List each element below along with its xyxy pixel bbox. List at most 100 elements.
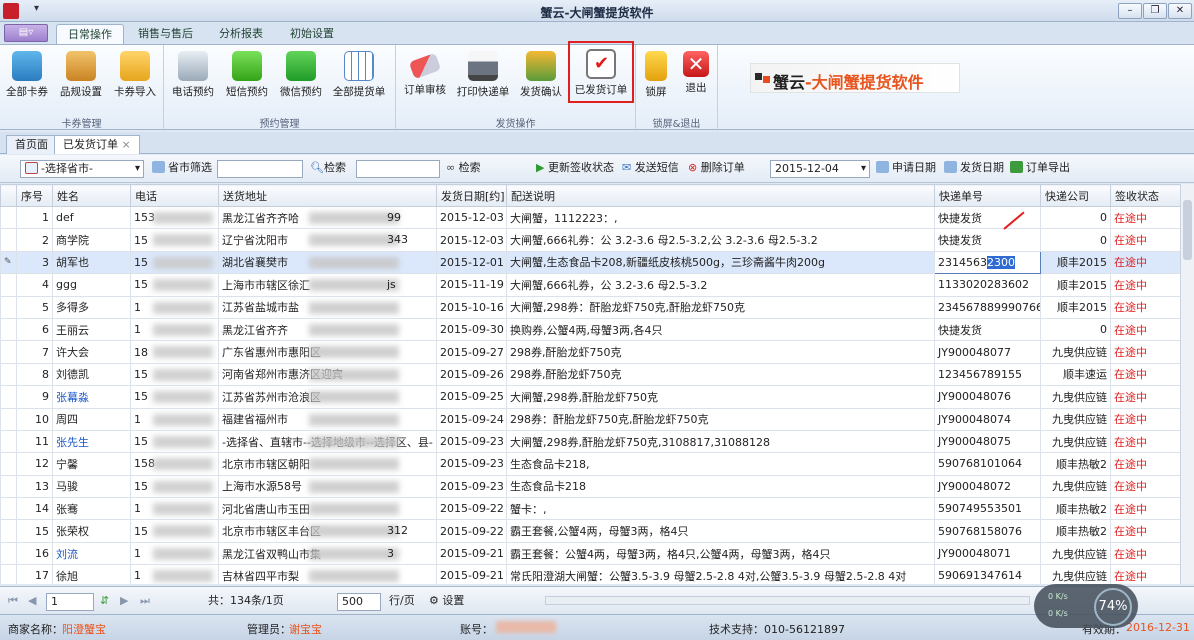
cell-sign-status[interactable]: 在途中 bbox=[1110, 474, 1180, 499]
cell-index[interactable]: 5 bbox=[16, 295, 53, 319]
cell-index[interactable]: 17 bbox=[16, 564, 53, 584]
cell-index[interactable]: 4 bbox=[16, 273, 53, 297]
cell-address[interactable]: 上海市市辖区徐汇 js bbox=[218, 273, 437, 297]
cell-ship-date[interactable]: 2015-09-25 bbox=[436, 385, 507, 409]
tab-sales[interactable]: 销售与售后 bbox=[127, 24, 204, 44]
cell-phone[interactable]: 1 bbox=[130, 497, 219, 521]
tab-close-icon[interactable]: × bbox=[122, 138, 131, 151]
row-indicator[interactable] bbox=[0, 317, 17, 342]
cell-delivery-note[interactable]: 298券,酐胎龙虾750克 bbox=[506, 340, 935, 364]
cell-address[interactable]: 江苏省盐城市盐 bbox=[218, 295, 437, 319]
cell-sign-status[interactable]: 在途中 bbox=[1110, 541, 1180, 566]
cell-address[interactable]: 北京市市辖区丰台区 312 bbox=[218, 519, 437, 543]
cell-tracking[interactable]: 23145632300 bbox=[934, 250, 1041, 275]
cell-address[interactable]: 上海市水源58号 bbox=[218, 474, 437, 499]
cell-tracking[interactable]: 2345678899907666 bbox=[934, 295, 1041, 319]
cell-delivery-note[interactable]: 大闸蟹,666礼券，公 3.2-3.6 母2.5-3.2 bbox=[506, 273, 935, 297]
cell-sign-status[interactable]: 在途中 bbox=[1110, 250, 1180, 275]
table-row[interactable]: 10 周四 1 福建省福州市 2015-09-24 298券：酐胎龙虾750克,酐胎龙虾7… bbox=[0, 407, 1180, 431]
cell-delivery-note[interactable]: 298券,酐胎龙虾750克 bbox=[506, 362, 935, 387]
search-button-2[interactable]: ∞ 检索 bbox=[446, 160, 481, 178]
cell-name[interactable]: 宁馨 bbox=[52, 452, 131, 476]
cell-delivery-note[interactable]: 大闸蟹,生态食品卡208,新疆纸皮核桃500g，三珍斋酱牛肉200g bbox=[506, 250, 935, 275]
cell-delivery-note[interactable]: 生态食品卡218 bbox=[506, 474, 935, 499]
row-indicator[interactable] bbox=[0, 407, 17, 431]
cell-tracking[interactable]: 590768101064 bbox=[934, 452, 1041, 476]
table-row[interactable]: 11张先生15-选择省、直辖市--选择地级市--选择区、县-2015-09-23… bbox=[0, 429, 1180, 454]
table-row[interactable]: 4 ggg 15 上海市市辖区徐汇 js 2015-11-19 大闸蟹,666礼券，公 3.… bbox=[0, 273, 1180, 297]
cell-tracking[interactable]: 590749553501 bbox=[934, 497, 1041, 521]
table-row[interactable]: 12 宁馨 158 北京市市辖区朝阳 2015-09-23 生态食品卡218, 590768… bbox=[0, 452, 1180, 476]
cell-name[interactable]: 马骏 bbox=[52, 474, 131, 499]
cell-courier[interactable]: 九曳供应链 bbox=[1040, 385, 1111, 409]
cell-index[interactable]: 9 bbox=[16, 385, 53, 409]
cell-delivery-note[interactable]: 大闸蟹,666礼券：公 3.2-3.6 母2.5-3.2,公 3.2-3.6 母… bbox=[506, 228, 935, 252]
cell-ship-date[interactable]: 2015-09-21 bbox=[436, 541, 507, 566]
table-row[interactable]: 7 许大会 18 广东省惠州市惠阳区 2015-09-27 298券,酐胎龙虾750克 JY… bbox=[0, 340, 1180, 364]
province-select[interactable]: -选择省市- bbox=[20, 160, 144, 178]
cell-sign-status[interactable]: 在途中 bbox=[1110, 452, 1180, 476]
spec-settings-button[interactable]: 品规设置 bbox=[58, 49, 104, 105]
minimize-button[interactable]: – bbox=[1118, 3, 1142, 19]
all-cards-button[interactable]: 全部卡券 bbox=[4, 49, 50, 105]
cell-index[interactable]: 15 bbox=[16, 519, 53, 543]
cell-ship-date[interactable]: 2015-09-30 bbox=[436, 317, 507, 342]
cell-index[interactable]: 12 bbox=[16, 452, 53, 476]
order-review-button[interactable]: 订单审核 bbox=[402, 49, 448, 105]
cell-tracking[interactable]: JY900048071 bbox=[934, 541, 1041, 566]
cell-index[interactable]: 1 bbox=[16, 205, 53, 230]
cell-ship-date[interactable]: 2015-09-26 bbox=[436, 362, 507, 387]
row-indicator[interactable] bbox=[0, 295, 17, 319]
cell-address[interactable]: 河北省唐山市玉田 bbox=[218, 497, 437, 521]
cell-phone[interactable]: 153 bbox=[130, 205, 219, 230]
cell-delivery-note[interactable]: 大闸蟹,298券,酐胎龙虾750克 bbox=[506, 385, 935, 409]
wechat-reserve-button[interactable]: 微信预约 bbox=[278, 49, 324, 105]
cell-courier[interactable]: 九曳供应链 bbox=[1040, 474, 1111, 499]
cell-tracking[interactable]: JY900048075 bbox=[934, 429, 1041, 454]
col-name[interactable]: 姓名 bbox=[52, 184, 131, 207]
cell-phone[interactable]: 15 bbox=[130, 429, 219, 454]
cell-index[interactable]: 13 bbox=[16, 474, 53, 499]
search-input[interactable] bbox=[356, 160, 440, 178]
cell-name[interactable]: 胡军也 bbox=[52, 250, 131, 275]
cell-courier[interactable]: 0 bbox=[1040, 205, 1111, 230]
cell-index[interactable]: 14 bbox=[16, 497, 53, 521]
date-select[interactable]: 2015-12-04 bbox=[770, 160, 870, 178]
cell-tracking[interactable]: JY900048072 bbox=[934, 474, 1041, 499]
cell-address[interactable]: 湖北省襄樊市 bbox=[218, 250, 437, 275]
cell-name[interactable]: ggg bbox=[52, 273, 131, 297]
cell-address[interactable]: 黑龙江省双鸭山市集 3 bbox=[218, 541, 437, 566]
cell-delivery-note[interactable]: 298券：酐胎龙虾750克,酐胎龙虾750克 bbox=[506, 407, 935, 431]
col-phone[interactable]: 电话 bbox=[130, 184, 219, 207]
col-ship-date[interactable]: 发货日期[约] bbox=[436, 184, 507, 207]
cell-sign-status[interactable]: 在途中 bbox=[1110, 564, 1180, 584]
cell-name[interactable]: 周四 bbox=[52, 407, 131, 431]
cell-courier[interactable]: 0 bbox=[1040, 317, 1111, 342]
send-sms-button[interactable]: ✉ 发送短信 bbox=[622, 160, 679, 178]
row-indicator[interactable]: ✎ bbox=[0, 250, 17, 275]
cell-index[interactable]: 2 bbox=[16, 228, 53, 252]
cell-courier[interactable]: 九曳供应链 bbox=[1040, 407, 1111, 431]
cell-tracking[interactable]: 123456789155 bbox=[934, 362, 1041, 387]
cell-sign-status[interactable]: 在途中 bbox=[1110, 519, 1180, 543]
ship-date-button[interactable]: 发货日期 bbox=[944, 160, 1004, 178]
ship-confirm-button[interactable]: 发货确认 bbox=[518, 49, 564, 105]
table-row[interactable]: 17 徐旭 1 吉林省四平市梨 2015-09-21 常氏阳澄湖大闸蟹：公蟹3.5-3.9… bbox=[0, 564, 1180, 584]
cell-delivery-note[interactable]: 大闸蟹,298券：酐胎龙虾750克,酐胎龙虾750克 bbox=[506, 295, 935, 319]
cell-sign-status[interactable]: 在途中 bbox=[1110, 362, 1180, 387]
cell-address[interactable]: 吉林省四平市梨 bbox=[218, 564, 437, 584]
cell-ship-date[interactable]: 2015-09-24 bbox=[436, 407, 507, 431]
row-indicator[interactable] bbox=[0, 205, 17, 230]
col-sign-status[interactable]: 签收状态 bbox=[1110, 184, 1180, 207]
row-indicator[interactable] bbox=[0, 564, 17, 584]
settings-button[interactable]: ⚙ 设置 bbox=[429, 593, 464, 611]
cell-phone[interactable]: 15 bbox=[130, 362, 219, 387]
first-page-icon[interactable]: ⏮ bbox=[8, 593, 22, 607]
exit-button[interactable]: ✕ 退出 bbox=[676, 49, 716, 105]
cell-phone[interactable]: 15 bbox=[130, 273, 219, 297]
row-indicator[interactable] bbox=[0, 497, 17, 521]
cell-tracking[interactable]: JY900048074 bbox=[934, 407, 1041, 431]
vertical-scrollbar[interactable] bbox=[1180, 184, 1194, 584]
cell-phone[interactable]: 15 bbox=[130, 250, 219, 275]
table-row[interactable]: 5 多得多 1 江苏省盐城市盐 2015-10-16 大闸蟹,298券：酐胎龙虾750克,… bbox=[0, 295, 1180, 319]
